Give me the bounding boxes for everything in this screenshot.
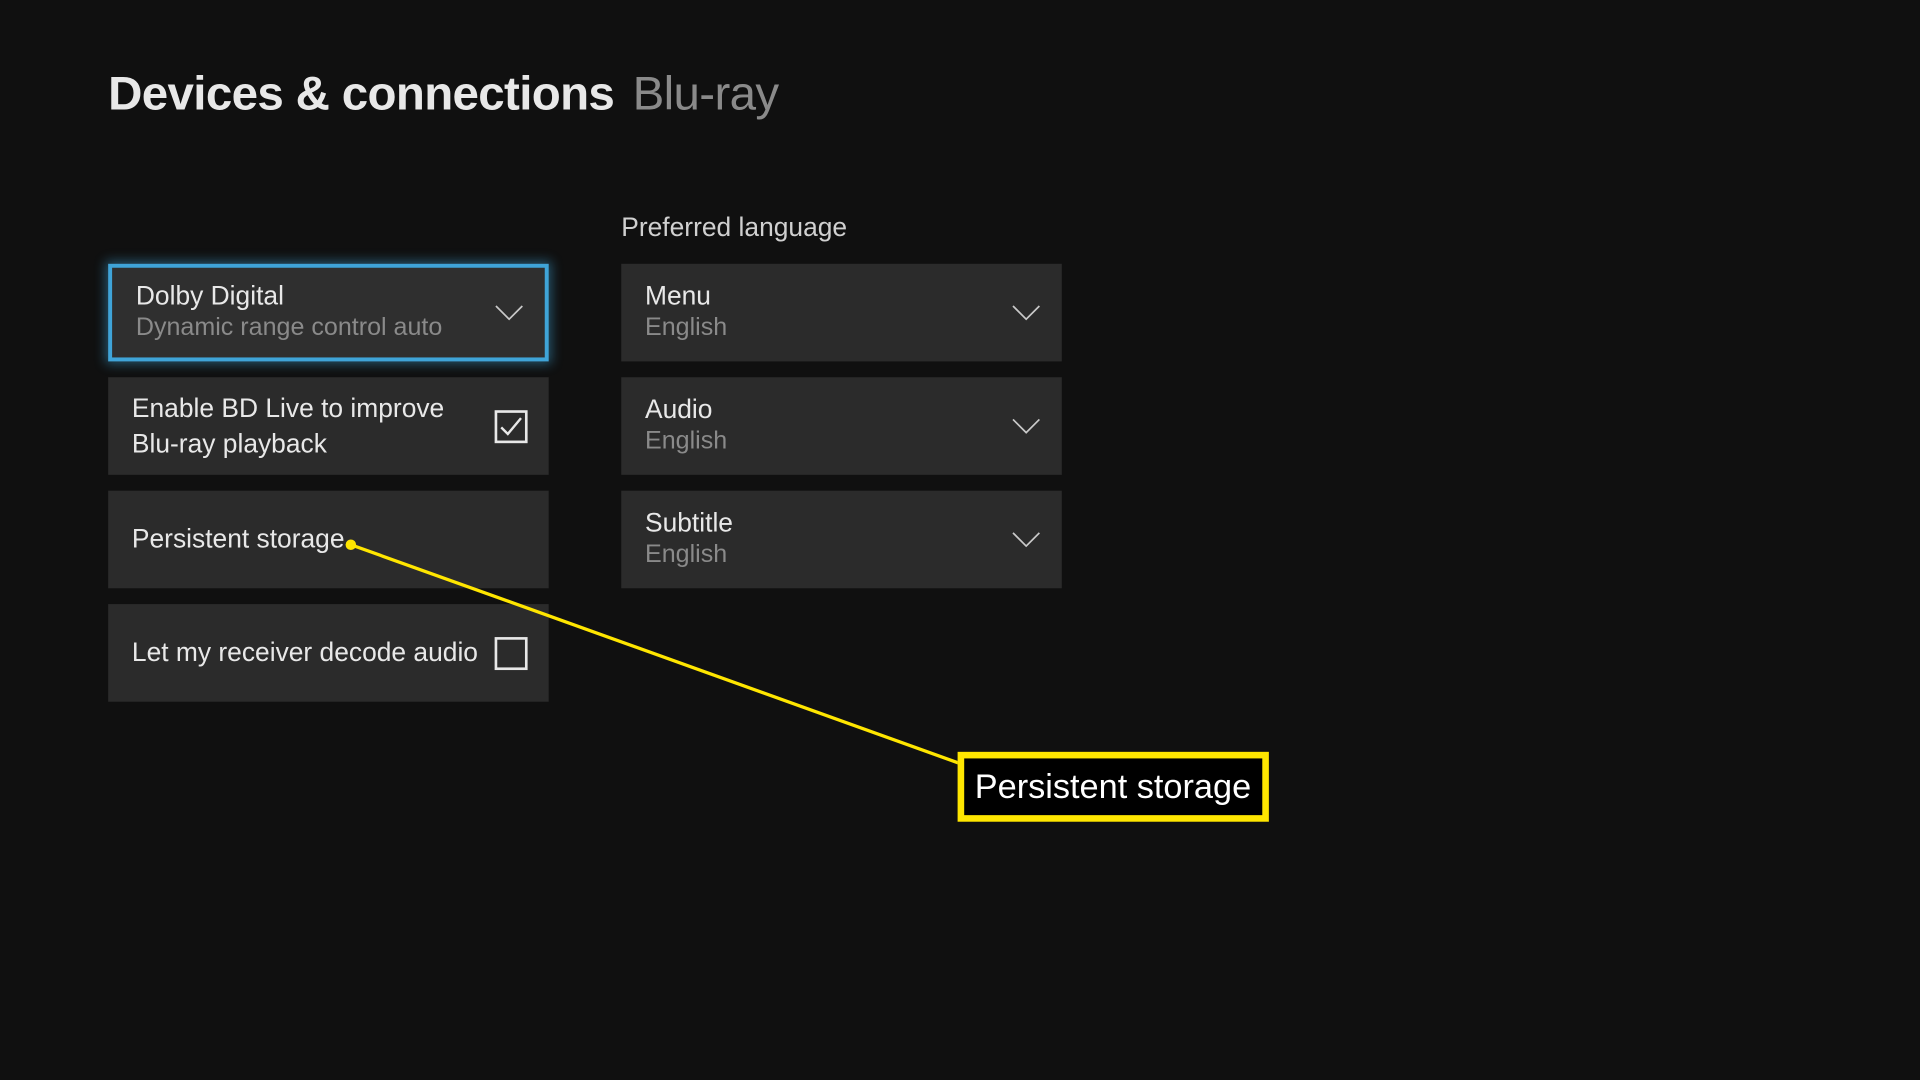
preferred-language-title: Preferred language xyxy=(621,214,1062,264)
preferred-language-column: Preferred language Menu English Audio En… xyxy=(621,214,1062,604)
page-title: Blu-ray xyxy=(633,66,779,121)
subtitle-label: Subtitle xyxy=(645,509,733,539)
persistent-storage-label: Persistent storage xyxy=(132,522,345,556)
page-header: Devices & connections Blu-ray xyxy=(108,66,778,121)
left-spacer xyxy=(108,214,549,264)
receiver-decode-checkbox[interactable]: Let my receiver decode audio xyxy=(108,604,549,702)
annotation-callout: Persistent storage xyxy=(958,752,1269,822)
dolby-label: Dolby Digital xyxy=(136,282,442,312)
chevron-down-icon xyxy=(1012,305,1041,321)
persistent-storage-button[interactable]: Persistent storage xyxy=(108,491,549,589)
checkbox-checked-icon xyxy=(495,410,528,443)
audio-value: English xyxy=(645,427,727,456)
bd-live-label-line1: Enable BD Live to improve xyxy=(132,391,444,425)
menu-language-dropdown[interactable]: Menu English xyxy=(621,264,1062,362)
breadcrumb: Devices & connections xyxy=(108,66,614,121)
menu-label: Menu xyxy=(645,282,727,312)
subtitle-value: English xyxy=(645,541,733,570)
menu-value: English xyxy=(645,314,727,343)
dolby-digital-dropdown[interactable]: Dolby Digital Dynamic range control auto xyxy=(108,264,549,362)
receiver-label: Let my receiver decode audio xyxy=(132,636,478,670)
audio-language-dropdown[interactable]: Audio English xyxy=(621,377,1062,475)
bd-live-label-line2: Blu-ray playback xyxy=(132,427,444,461)
annotation-text: Persistent storage xyxy=(975,766,1251,806)
checkbox-unchecked-icon xyxy=(495,636,528,669)
chevron-down-icon xyxy=(1012,532,1041,548)
audio-label: Audio xyxy=(645,396,727,426)
dolby-value: Dynamic range control auto xyxy=(136,314,442,343)
chevron-down-icon xyxy=(1012,418,1041,434)
settings-left-column: Dolby Digital Dynamic range control auto… xyxy=(108,214,549,718)
bd-live-checkbox[interactable]: Enable BD Live to improve Blu-ray playba… xyxy=(108,377,549,475)
chevron-down-icon xyxy=(495,305,524,321)
subtitle-language-dropdown[interactable]: Subtitle English xyxy=(621,491,1062,589)
